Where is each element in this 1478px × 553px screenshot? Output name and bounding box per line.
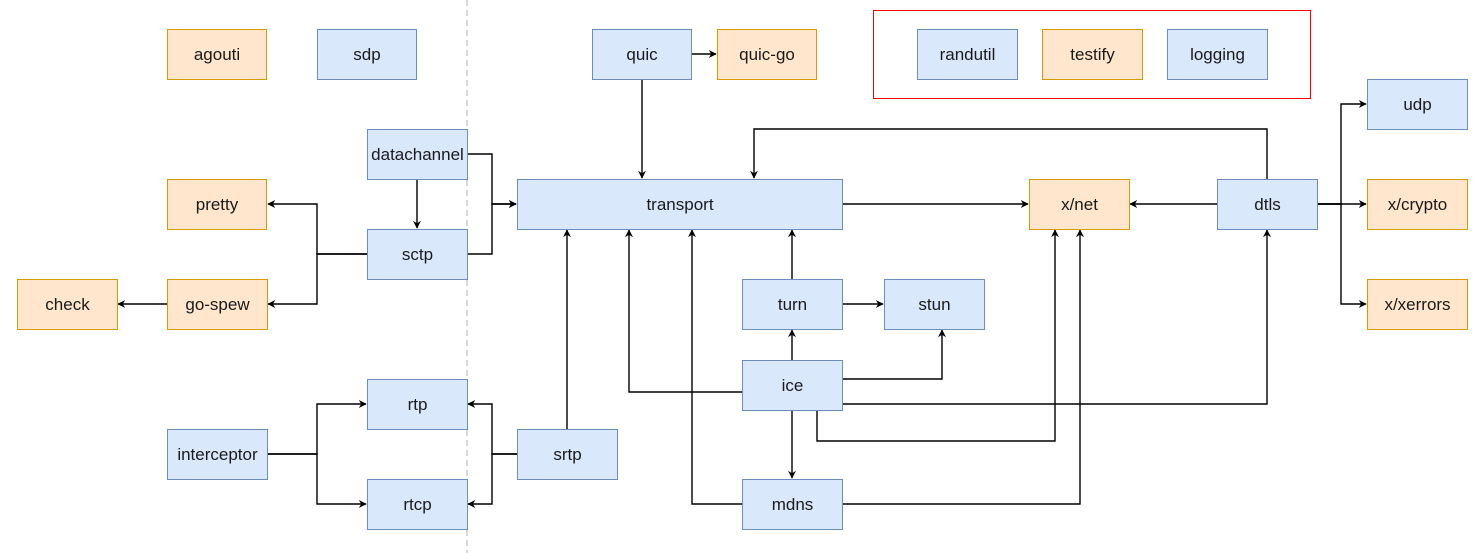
node-interceptor[interactable]: interceptor [167,429,268,480]
node-quic[interactable]: quic [592,29,692,80]
edge-dtls-to-udp [1318,100,1367,205]
node-label: rtcp [403,494,432,514]
node-udp[interactable]: udp [1367,79,1468,130]
node-label: sctp [401,244,434,264]
node-label: randutil [939,44,996,64]
node-label: testify [1070,44,1115,64]
node-rtp[interactable]: rtp [367,379,468,430]
node-label: udp [1403,94,1432,114]
node-label: stun [918,294,951,314]
node-rtcp[interactable]: rtcp [367,479,468,530]
node-label: check [45,294,90,314]
edge-sctp-to-pretty [267,200,367,255]
node-label: ice [781,375,804,395]
edge-ice-to-transport [625,229,742,393]
node-dtls[interactable]: dtls [1217,179,1318,230]
edge-srtp-to-rtcp [467,453,517,508]
edge-dtls-to-x-xerrors [1318,203,1367,308]
node-agouti[interactable]: agouti [167,29,267,80]
node-label: pretty [195,194,239,214]
node-label: interceptor [177,444,258,464]
node-go-spew[interactable]: go-spew [167,279,268,330]
edge-dtls-to-transport [750,128,1268,179]
node-turn[interactable]: turn [742,279,843,330]
edge-datachannel-to-transport [468,153,517,208]
node-x-crypto[interactable]: x/crypto [1367,179,1468,230]
node-label: sdp [353,44,381,64]
edge-srtp-to-rtp [467,400,517,455]
node-label: quic-go [739,44,795,64]
edge-sctp-to-transport [468,200,517,255]
node-randutil[interactable]: randutil [917,29,1018,80]
node-label: agouti [193,44,241,64]
node-label: x/net [1061,194,1098,214]
node-x-net[interactable]: x/net [1029,179,1130,230]
edge-interceptor-to-rtcp [268,453,367,508]
node-label: x/crypto [1387,194,1448,214]
dependency-diagram: agouti sdp quic quic-go randutil testify… [0,0,1478,553]
node-quic-go[interactable]: quic-go [717,29,817,80]
node-stun[interactable]: stun [884,279,985,330]
node-sctp[interactable]: sctp [367,229,468,280]
node-logging[interactable]: logging [1167,29,1268,80]
node-pretty[interactable]: pretty [167,179,267,230]
node-label: quic [626,44,658,64]
node-label: datachannel [371,144,464,164]
node-x-xerrors[interactable]: x/xerrors [1367,279,1468,330]
node-srtp[interactable]: srtp [517,429,618,480]
node-check[interactable]: check [17,279,118,330]
node-ice[interactable]: ice [742,360,843,411]
node-mdns[interactable]: mdns [742,479,843,530]
node-testify[interactable]: testify [1042,29,1143,80]
node-label: srtp [553,444,582,464]
node-label: go-spew [185,294,250,314]
node-transport[interactable]: transport [517,179,843,230]
node-datachannel[interactable]: datachannel [367,129,468,180]
node-label: transport [646,194,714,214]
edge-mdns-to-x-net [843,229,1084,505]
node-label: turn [777,294,808,314]
edge-mdns-to-transport [688,229,742,505]
node-label: mdns [771,494,814,514]
edge-ice-to-stun [843,329,946,380]
node-sdp[interactable]: sdp [317,29,417,80]
node-label: logging [1190,44,1245,64]
node-label: x/xerrors [1384,294,1451,314]
edge-sctp-to-go-spew [267,253,367,308]
edge-interceptor-to-rtp [268,400,367,455]
node-label: dtls [1254,194,1281,214]
node-label: rtp [407,394,428,414]
edge-ice-to-x-net [816,229,1059,442]
